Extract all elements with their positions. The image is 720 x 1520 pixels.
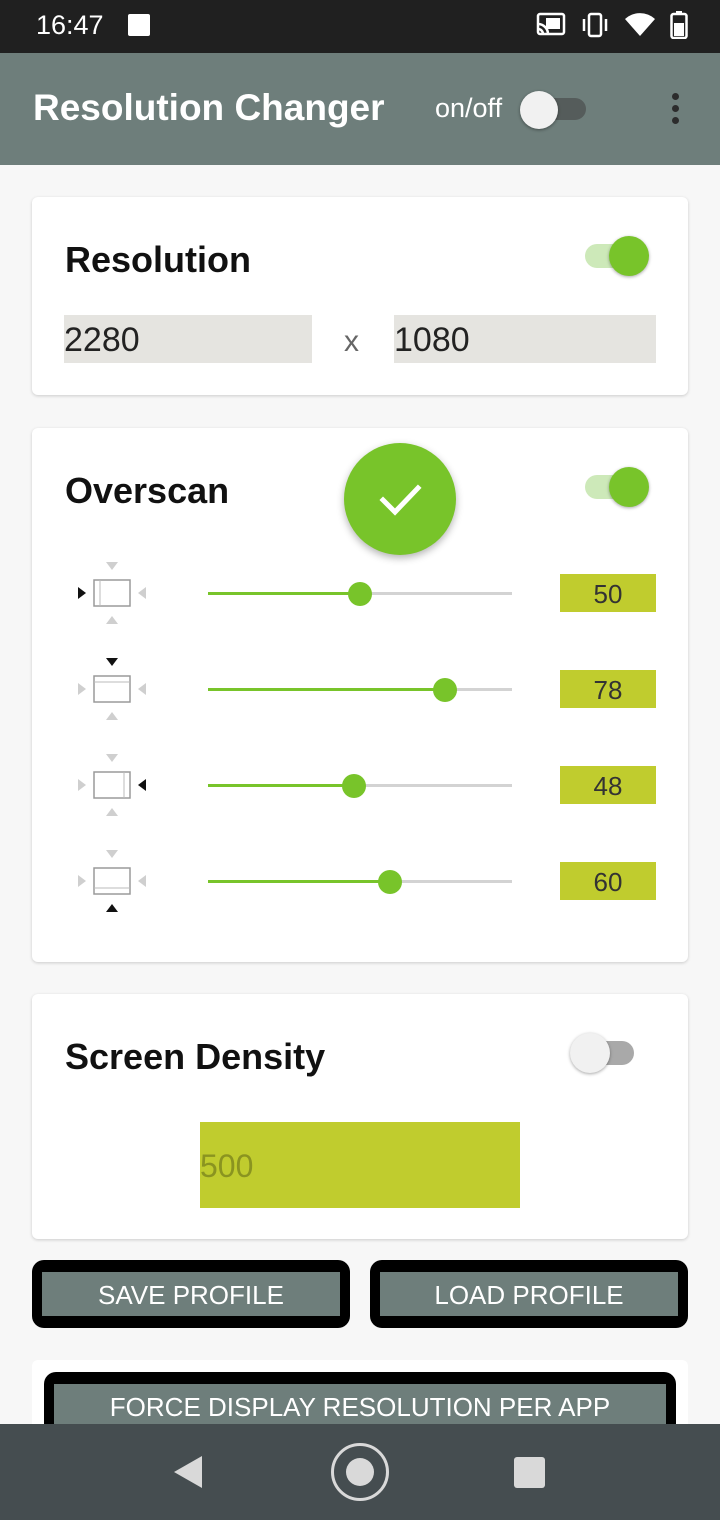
wifi-icon [625,13,655,36]
checkmark-icon [379,484,422,516]
onoff-label: on/off [435,93,503,123]
overscan-row-bottom: 60 [32,850,688,912]
slider-thumb[interactable] [378,870,403,894]
density-card: Screen Density 500 [32,994,688,1239]
app-title: Resolution Changer [33,87,385,128]
overscan-bottom-value[interactable]: 60 [560,862,656,900]
resolution-toggle[interactable] [585,236,651,276]
overscan-title: Overscan [65,470,230,511]
overscan-top-icon [78,658,146,720]
slider-fill [208,880,391,883]
resolution-separator: x [344,325,359,358]
density-field[interactable]: 500 [200,1122,520,1208]
vibrate-icon [582,12,608,38]
overscan-row-top: 78 [32,658,688,720]
overscan-bottom-icon [78,850,146,912]
overscan-toggle[interactable] [585,467,651,507]
overscan-left-icon [78,562,146,624]
app-bar: Resolution Changer on/off [0,53,720,165]
slider-fill [208,784,354,787]
status-icons [536,11,688,39]
overscan-left-slider[interactable] [208,582,512,606]
recents-icon[interactable] [514,1457,545,1488]
resolution-title: Resolution [65,239,251,280]
apply-button[interactable] [344,443,456,555]
overscan-top-value[interactable]: 78 [560,670,656,708]
width-field[interactable]: 2280 [64,315,312,363]
nav-bar [0,1424,720,1520]
status-bar: 16:47 [0,0,720,53]
overscan-top-slider[interactable] [208,678,512,702]
slider-fill [208,592,360,595]
slider-fill [208,688,446,691]
overscan-right-value[interactable]: 48 [560,766,656,804]
resolution-card: Resolution 2280 x 1080 [32,197,688,395]
slider-thumb[interactable] [433,678,458,702]
overscan-right-icon [78,754,146,816]
overscan-row-left: 50 [32,562,688,624]
cast-icon [536,12,566,36]
overscan-right-slider[interactable] [208,774,512,798]
save-profile-label: SAVE PROFILE [42,1272,340,1316]
density-title: Screen Density [65,1036,326,1077]
overscan-bottom-slider[interactable] [208,870,512,894]
height-field[interactable]: 1080 [394,315,656,363]
overflow-menu-icon[interactable] [660,89,692,129]
load-profile-label: LOAD PROFILE [380,1272,678,1316]
onoff-toggle[interactable] [520,91,586,129]
notification-square-icon [128,14,150,36]
overscan-row-right: 48 [32,754,688,816]
save-profile-button[interactable]: SAVE PROFILE [32,1260,350,1328]
slider-thumb[interactable] [348,582,372,606]
overscan-left-value[interactable]: 50 [560,574,656,612]
battery-icon [670,11,688,39]
home-icon[interactable] [331,1443,389,1501]
slider-thumb[interactable] [341,774,366,798]
back-icon[interactable] [172,1454,204,1490]
density-toggle[interactable] [570,1033,636,1073]
status-time: 16:47 [36,10,104,40]
load-profile-button[interactable]: LOAD PROFILE [370,1260,688,1328]
